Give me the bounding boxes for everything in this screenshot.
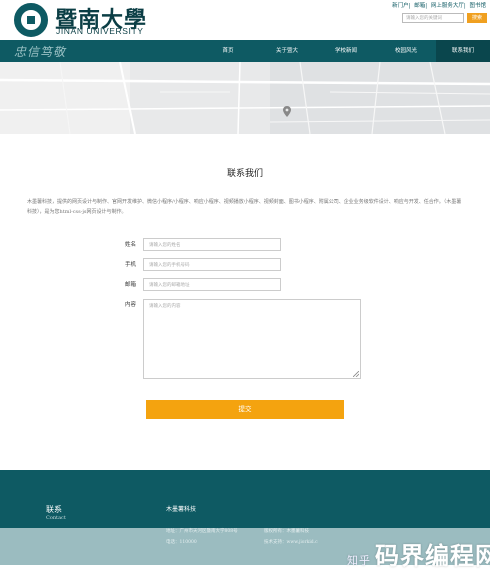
footer-copyright: 版权所有：木墨薯科技 xyxy=(264,529,309,534)
name-input[interactable]: 请输入您的姓名 xyxy=(143,238,281,251)
search-button[interactable]: 搜索 xyxy=(467,13,487,23)
phone-label: 手机 xyxy=(125,262,137,268)
resize-handle-icon[interactable] xyxy=(353,371,359,377)
content-placeholder: 请输入您的内容 xyxy=(149,304,181,309)
watermark-prefix: 知乎 xyxy=(347,554,371,567)
page-title: 联系我们 xyxy=(226,169,263,179)
top-link-portal[interactable]: 新门户 xyxy=(392,3,409,9)
nav-slogan: 忠信笃敬 xyxy=(14,45,67,59)
footer-phone: 电话：110000 xyxy=(166,540,197,545)
submit-button[interactable]: 提交 xyxy=(146,400,344,419)
phone-input[interactable]: 请输入您的手机号码 xyxy=(143,258,281,271)
university-seal-icon[interactable] xyxy=(14,3,48,37)
content-label: 内容 xyxy=(125,302,137,308)
location-map[interactable] xyxy=(0,62,490,134)
footer xyxy=(0,470,490,528)
top-link-library[interactable]: 图书馆 xyxy=(469,3,486,9)
search-input[interactable]: 请输入您的关键词 xyxy=(402,13,464,23)
map-roads xyxy=(0,62,490,134)
top-link-mail[interactable]: 邮箱 xyxy=(414,3,425,9)
footer-company: 木墨薯科技 xyxy=(166,506,197,513)
top-link-service-hall[interactable]: 网上服务大厅 xyxy=(431,3,464,9)
nav-item-scenery[interactable]: 校园风光 xyxy=(378,40,434,62)
nav-item-news[interactable]: 学校新闻 xyxy=(318,40,374,62)
footer-title: 联系 xyxy=(46,505,62,514)
email-input[interactable]: 请输入您的邮箱地址 xyxy=(143,278,281,291)
main-nav: 忠信笃敬 首页 关于暨大 学校新闻 校园风光 联系我们 xyxy=(0,40,490,62)
intro-text: 木墨薯科技，提供的网页设计与制作、官网开发维护、微信小程序/小程序、响应小程序、… xyxy=(27,199,462,215)
footer-subtitle: Contact xyxy=(46,515,66,521)
email-label: 邮箱 xyxy=(125,282,137,288)
top-links: 新门户| 邮箱| 网上服务大厅| 图书馆 xyxy=(392,3,486,9)
nav-item-about[interactable]: 关于暨大 xyxy=(258,40,316,62)
logo-english-name[interactable]: JINAN UNIVERSITY xyxy=(56,26,144,36)
name-label: 姓名 xyxy=(125,242,137,248)
nav-item-home[interactable]: 首页 xyxy=(200,40,256,62)
footer-site[interactable]: 技术支持：www.jiorkid.c xyxy=(264,539,318,545)
watermark-text: 码界编程网 xyxy=(375,542,490,570)
content-textarea[interactable]: 请输入您的内容 xyxy=(143,299,361,379)
map-pin-icon[interactable] xyxy=(283,106,291,117)
site-header: 暨南大學 JINAN UNIVERSITY 新门户| 邮箱| 网上服务大厅| 图… xyxy=(0,0,490,40)
footer-address: 地址：广州市天河区暨南大学808号 xyxy=(166,529,238,534)
watermark: 知乎 码界编程网 xyxy=(347,536,490,571)
nav-item-contact[interactable]: 联系我们 xyxy=(436,40,490,62)
